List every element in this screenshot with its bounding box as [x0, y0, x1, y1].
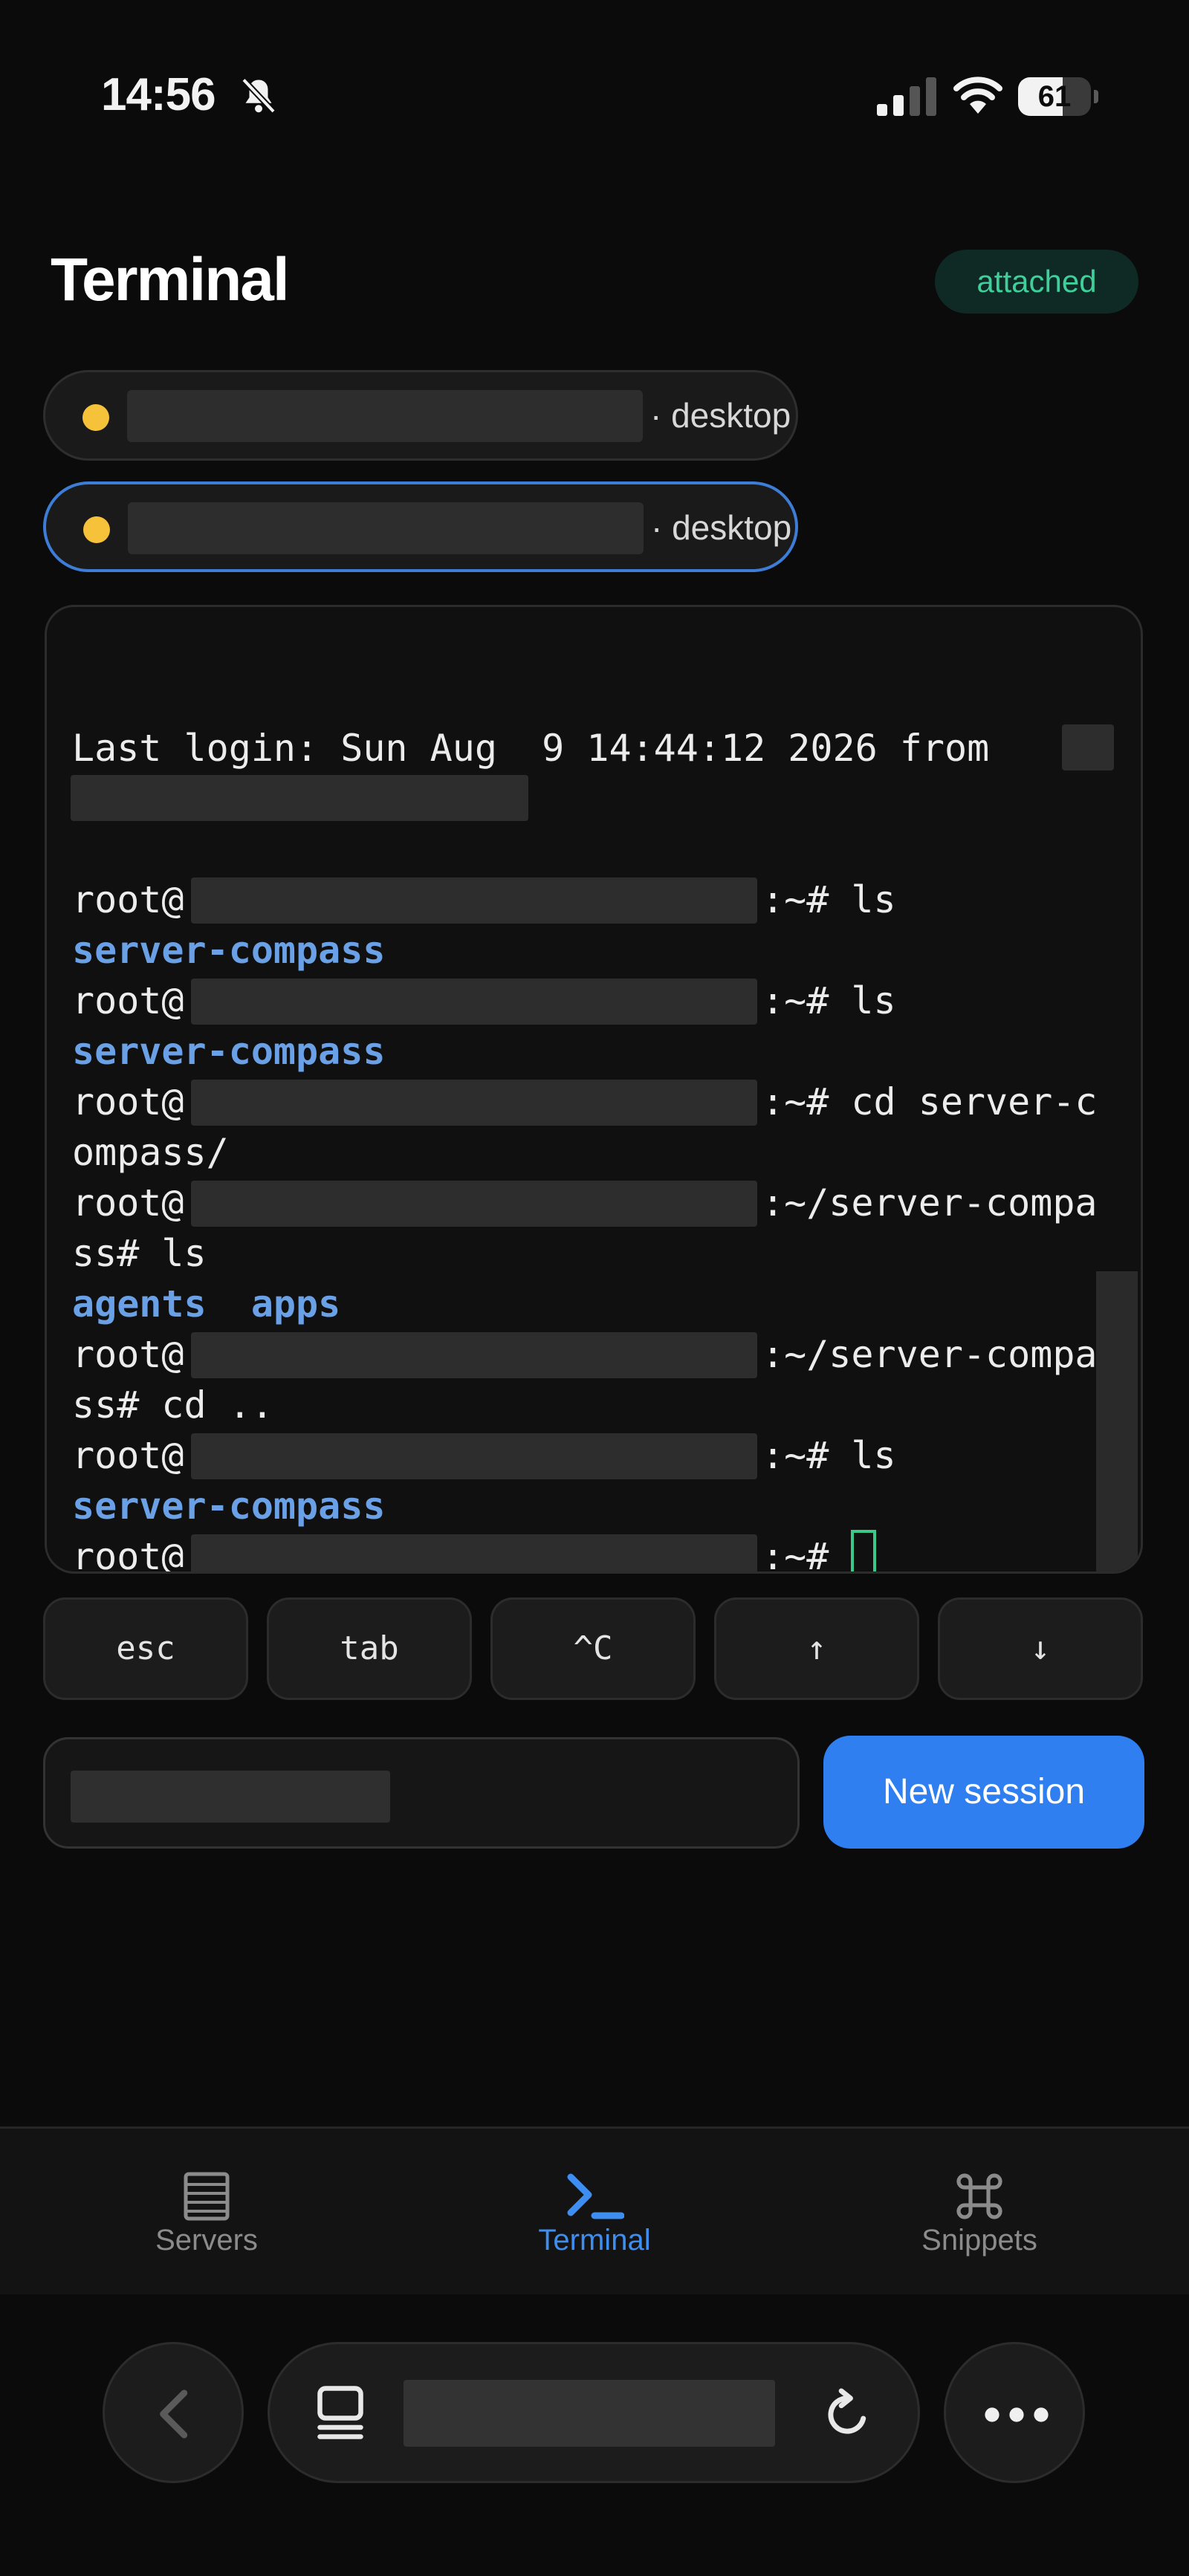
- terminal-line: root@: [72, 878, 184, 921]
- terminal-line: root@: [72, 1080, 184, 1123]
- bell-slash-icon: [242, 77, 276, 114]
- session-pill-2[interactable]: · desktop: [43, 481, 798, 572]
- redacted-input-value: [71, 1771, 390, 1823]
- tab-terminal-label: Terminal: [538, 2224, 651, 2257]
- terminal-line: :~/server-compa: [762, 1181, 1098, 1224]
- chevron-left-icon: [160, 2390, 188, 2439]
- terminal-line: Last login: Sun Aug 9 14:44:12 2026 from: [72, 727, 990, 770]
- arrow-up-key-button[interactable]: ↑: [714, 1597, 919, 1700]
- terminal-line: ompass/: [72, 1131, 229, 1174]
- terminal-scrollbar[interactable]: [1096, 1271, 1138, 1571]
- terminal-line: server-compass: [72, 1030, 386, 1073]
- bottom-tab-bar: Servers Terminal Snippets: [0, 2126, 1189, 2294]
- terminal-line: :~/server-compa: [762, 1333, 1098, 1376]
- attached-status-badge: attached: [935, 250, 1138, 314]
- browser-url-bar[interactable]: [268, 2342, 920, 2483]
- server-list-icon: [184, 2172, 230, 2221]
- session-host-label: · desktop: [651, 508, 792, 547]
- terminal-line: agents apps: [72, 1282, 341, 1326]
- terminal-line: ss# ls: [72, 1232, 207, 1275]
- redacted-ip: [1062, 724, 1114, 770]
- terminal-line: ss# cd ..: [72, 1383, 273, 1427]
- tab-servers-label: Servers: [155, 2224, 258, 2257]
- terminal-line: :~# ls: [762, 1434, 896, 1477]
- wifi-icon: [953, 77, 1002, 114]
- terminal-line: root@: [72, 979, 184, 1022]
- reload-icon[interactable]: [823, 2387, 875, 2442]
- session-pill-1[interactable]: · desktop: [43, 370, 798, 461]
- cellular-signal-icon: [877, 77, 936, 116]
- page-title: Terminal: [51, 246, 290, 314]
- terminal-line: root@: [72, 1535, 184, 1574]
- terminal-line: root@: [72, 1333, 184, 1376]
- browser-back-button[interactable]: [103, 2342, 244, 2483]
- esc-key-button[interactable]: esc: [43, 1597, 248, 1700]
- command-key-icon: [956, 2173, 1002, 2219]
- terminal-prompt-icon: [567, 2173, 624, 2219]
- ctrl-c-key-button[interactable]: ^C: [490, 1597, 696, 1700]
- terminal-line: server-compass: [72, 1485, 386, 1528]
- session-host-label: · desktop: [650, 396, 791, 435]
- session-name-input[interactable]: [43, 1737, 800, 1849]
- terminal-line: root@: [72, 1181, 184, 1224]
- redacted-hostname: [191, 877, 757, 924]
- terminal-output[interactable]: Last login: Sun Aug 9 14:44:12 2026 from…: [45, 605, 1143, 1574]
- more-dots-icon: [985, 2407, 1049, 2422]
- redacted-hostname: [191, 1534, 757, 1571]
- redacted-url: [404, 2380, 775, 2447]
- new-session-button[interactable]: New session: [823, 1736, 1144, 1849]
- redacted-ip: [71, 775, 528, 821]
- tab-servers[interactable]: Servers: [51, 2129, 363, 2297]
- terminal-line: root@: [72, 1434, 184, 1477]
- terminal-line: :~# cd server-c: [762, 1080, 1098, 1123]
- status-time: 14:56: [101, 69, 216, 120]
- terminal-cursor: [851, 1530, 876, 1571]
- redacted-hostname: [191, 1332, 757, 1378]
- battery-level-text: 61: [1037, 80, 1072, 113]
- redacted-hostname: [191, 1181, 757, 1227]
- session-status-dot: [83, 516, 110, 543]
- redacted-hostname: [191, 979, 757, 1025]
- terminal-line: :~# ls: [762, 878, 896, 921]
- tab-key-button[interactable]: tab: [267, 1597, 472, 1700]
- browser-more-button[interactable]: [944, 2342, 1085, 2483]
- terminal-line: :~# ls: [762, 979, 896, 1022]
- redacted-session-name: [127, 390, 643, 442]
- redacted-hostname: [191, 1080, 757, 1126]
- arrow-down-key-button[interactable]: ↓: [938, 1597, 1143, 1700]
- terminal-line: :~#: [762, 1535, 829, 1574]
- session-status-dot: [82, 404, 109, 431]
- redacted-session-name: [128, 502, 644, 554]
- redacted-hostname: [191, 1433, 757, 1479]
- battery-indicator: 61: [1018, 77, 1098, 116]
- tab-overview-icon: [317, 2386, 363, 2439]
- tab-snippets-label: Snippets: [921, 2224, 1037, 2257]
- terminal-line: server-compass: [72, 929, 386, 972]
- tab-terminal[interactable]: Terminal: [438, 2129, 751, 2297]
- tab-snippets[interactable]: Snippets: [823, 2129, 1135, 2297]
